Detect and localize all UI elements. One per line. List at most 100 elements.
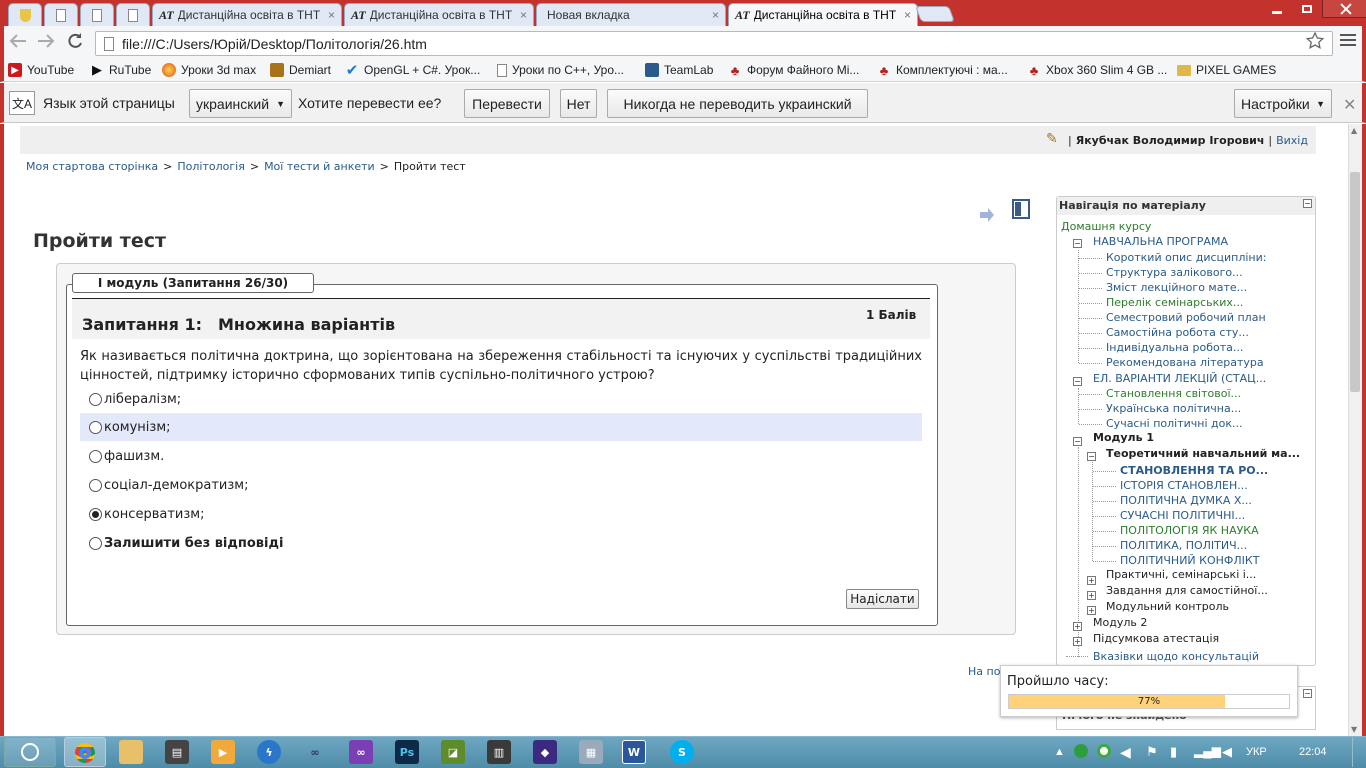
media-icon[interactable]: ▤: [165, 740, 189, 764]
radio-button[interactable]: [89, 420, 102, 434]
close-icon[interactable]: ×: [328, 8, 335, 22]
tree-lectures[interactable]: ЕЛ. ВАРІАНТИ ЛЕКЦІЙ (СТАЦ...: [1093, 371, 1266, 386]
expand-icon[interactable]: +: [1073, 637, 1082, 646]
radio-button-checked[interactable]: [89, 507, 102, 521]
arrow-right-icon[interactable]: [979, 208, 995, 222]
bookmark-forum[interactable]: ♣ Форум Файного Мі...: [728, 63, 860, 78]
menu-icon[interactable]: [1340, 34, 1356, 49]
tree-item[interactable]: СУЧАСНІ ПОЛІТИЧНІ...: [1120, 508, 1245, 523]
expand-icon[interactable]: +: [1087, 591, 1096, 600]
radio-button[interactable]: [89, 392, 102, 406]
scroll-up-icon[interactable]: ▲: [1351, 126, 1357, 135]
tree-module-1[interactable]: Модуль 1: [1093, 430, 1154, 445]
expand-icon[interactable]: +: [1087, 576, 1096, 585]
pinned-tab-4[interactable]: [116, 3, 150, 26]
tab-1[interactable]: AT Дистанційна освіта в ТНТ ×: [152, 3, 342, 26]
collapse-icon[interactable]: −: [1087, 452, 1096, 461]
never-translate-button[interactable]: Никогда не переводить украинский: [607, 89, 868, 118]
close-icon[interactable]: ×: [520, 8, 527, 22]
footer-link-partial[interactable]: На по: [968, 665, 1000, 678]
keyboard-language[interactable]: УКР: [1246, 746, 1267, 758]
tray-arrow-icon[interactable]: ▲: [1054, 746, 1065, 758]
close-window-icon[interactable]: [1322, 0, 1366, 18]
breadcrumb-tests[interactable]: Мої тести й анкети: [264, 160, 375, 173]
visual-studio-icon[interactable]: ∞: [349, 740, 373, 764]
tree-item[interactable]: ІСТОРІЯ СТАНОВЛЕН...: [1120, 478, 1248, 493]
glasses-icon[interactable]: ∞: [303, 740, 327, 764]
tree-theory[interactable]: Теоретичний навчальний ма...: [1106, 446, 1300, 461]
close-icon[interactable]: ×: [904, 8, 911, 22]
power-icon[interactable]: ▮: [1170, 744, 1177, 760]
bookmark-opengl[interactable]: ✔ OpenGL + C#. Урок...: [345, 62, 481, 79]
bookmark-youtube[interactable]: ▶ YouTube: [8, 63, 74, 77]
language-select[interactable]: украинский ▼: [189, 89, 292, 118]
tab-3[interactable]: Новая вкладка ×: [536, 3, 726, 26]
collapse-block-icon[interactable]: −: [1303, 199, 1312, 208]
bookmark-xbox[interactable]: ♣ Xbox 360 Slim 4 GB ...: [1027, 63, 1168, 78]
tree-consult[interactable]: Вказівки щодо консультацій: [1093, 649, 1259, 664]
tree-item[interactable]: Короткий опис дисципліни:: [1106, 250, 1266, 265]
photoshop-icon[interactable]: Ps: [395, 740, 419, 764]
pinned-tab-2[interactable]: [44, 3, 78, 26]
scrollbar-thumb[interactable]: [1350, 172, 1360, 392]
bookmark-rutube[interactable]: ▶ RuTube: [90, 62, 151, 77]
tree-final[interactable]: Підсумкова атестація: [1093, 631, 1219, 646]
dock-block-icon[interactable]: [1012, 199, 1030, 219]
new-tab-button[interactable]: [915, 6, 955, 22]
tree-item[interactable]: Індивідуальна робота...: [1106, 340, 1243, 355]
player-icon[interactable]: ▶: [211, 740, 235, 764]
radio-button[interactable]: [89, 536, 102, 550]
tree-item[interactable]: Рекомендована література: [1106, 355, 1264, 370]
show-desktop-button[interactable]: [1352, 737, 1364, 767]
tree-control[interactable]: Модульний контроль: [1106, 599, 1229, 614]
tree-item[interactable]: Перелік семінарських...: [1106, 295, 1243, 310]
tree-item[interactable]: Самостійна робота сту...: [1106, 325, 1249, 340]
clock[interactable]: 22:04: [1299, 746, 1327, 758]
sync-icon[interactable]: [1097, 744, 1111, 758]
expand-icon[interactable]: +: [1087, 606, 1096, 615]
tree-item[interactable]: Структура залікового...: [1106, 265, 1243, 280]
tree-selfwork[interactable]: Завдання для самостійної...: [1106, 583, 1268, 598]
signal-icon[interactable]: ▂▄▆: [1194, 744, 1221, 758]
no-button[interactable]: Нет: [560, 89, 597, 118]
word-icon[interactable]: W: [622, 740, 646, 764]
explorer-icon[interactable]: [119, 740, 143, 764]
bookmark-cpp[interactable]: Уроки по C++, Уро...: [497, 63, 624, 77]
answer-option[interactable]: лібералізм;: [80, 385, 922, 413]
bookmark-demiart[interactable]: Demiart: [270, 63, 331, 77]
reload-icon[interactable]: [66, 32, 84, 50]
taskbar-chrome[interactable]: [64, 737, 106, 767]
tab-4-active[interactable]: AT Дистанційна освіта в ТНТ ×: [728, 3, 918, 26]
pinned-tab-3[interactable]: [80, 3, 114, 26]
answer-option-skip[interactable]: Залишити без відповіді: [80, 529, 922, 557]
lightning-icon[interactable]: ϟ: [257, 740, 281, 764]
restore-icon[interactable]: [1292, 0, 1322, 18]
tree-item[interactable]: ПОЛІТИЧНА ДУМКА Х...: [1120, 493, 1252, 508]
calculator-icon[interactable]: ▦: [579, 740, 603, 764]
tab-2[interactable]: AT Дистанційна освіта в ТНТ ×: [344, 3, 534, 26]
breadcrumb-course[interactable]: Політологія: [177, 160, 244, 173]
flag-icon[interactable]: ⚑: [1146, 744, 1158, 760]
submit-button[interactable]: Надіслати: [846, 589, 919, 609]
minimize-icon[interactable]: [1262, 0, 1292, 18]
tree-item[interactable]: Українська політична...: [1106, 401, 1241, 416]
collapse-icon[interactable]: −: [1073, 437, 1082, 446]
app-icon[interactable]: ◆: [533, 740, 557, 764]
breadcrumb-home[interactable]: Моя стартова сторінка: [26, 160, 158, 173]
user-name[interactable]: Якубчак Володимир Ігорович: [1076, 134, 1265, 147]
tree-item[interactable]: ПОЛІТИКА, ПОЛІТИЧ...: [1120, 538, 1247, 553]
volume-icon[interactable]: ◀: [1222, 744, 1232, 760]
start-button[interactable]: [4, 737, 56, 767]
radio-button[interactable]: [89, 449, 102, 463]
close-translate-icon[interactable]: ✕: [1343, 95, 1356, 114]
tree-item[interactable]: Становлення світової...: [1106, 386, 1241, 401]
terminal-icon[interactable]: ▥: [487, 740, 511, 764]
pinned-tab-1[interactable]: [8, 3, 42, 26]
answer-option-hover[interactable]: комунізм;: [80, 413, 922, 441]
collapse-block-icon[interactable]: −: [1303, 689, 1312, 698]
collapse-icon[interactable]: −: [1073, 239, 1082, 248]
game-icon[interactable]: ◪: [441, 740, 465, 764]
tree-item[interactable]: Семестровий робочий план: [1106, 310, 1266, 325]
tree-home-link[interactable]: Домашня курсу: [1061, 219, 1151, 234]
forward-icon[interactable]: [36, 32, 56, 50]
